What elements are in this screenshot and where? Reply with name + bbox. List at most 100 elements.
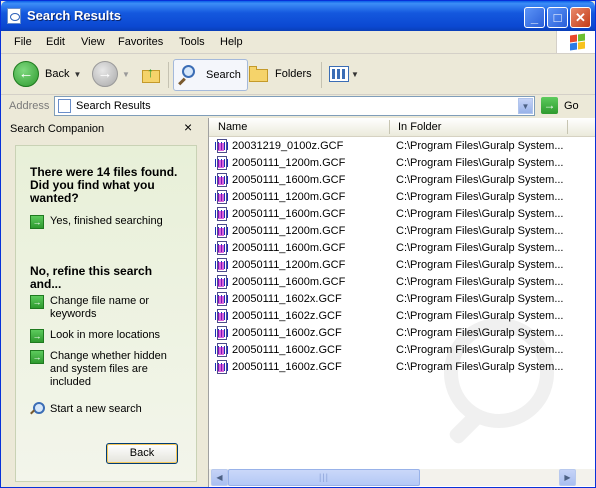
arrow-right-icon: → [30,329,44,343]
address-input[interactable]: Search Results ▼ [54,96,535,116]
file-name: 20050111_1600m.GCF [232,174,346,186]
scroll-left-icon[interactable]: ◀ [211,469,228,486]
companion-header: Search Companion × [1,118,205,138]
option-more-locations[interactable]: → Look in more locations [30,329,175,343]
menu-tools[interactable]: Tools [179,36,205,48]
back-label: Back [45,68,70,80]
files-found-message: There were 14 files found. Did you find … [30,165,178,205]
results-list[interactable]: Name In Folder 20031219_0100z.GCF C:\Prog… [208,118,595,487]
gcf-file-icon [215,343,229,357]
table-row[interactable]: 20031219_0100z.GCF C:\Program Files\Gural… [209,138,595,155]
close-button[interactable]: ✕ [570,7,591,28]
menu-view[interactable]: View [81,36,105,48]
forward-dropdown-icon[interactable]: ▼ [122,70,130,79]
search-companion-pane: Search Companion × There were 14 files f… [1,118,205,487]
gcf-file-icon [215,292,229,306]
file-name: 20050111_1200m.GCF [232,157,346,169]
close-icon[interactable]: × [184,119,192,135]
refine-heading: No, refine this search and... [30,264,153,291]
gcf-file-icon [215,309,229,323]
maximize-button[interactable]: □ [547,7,568,28]
address-label: Address [9,100,50,112]
gcf-file-icon [215,139,229,153]
views-button[interactable]: ▼ [329,59,359,89]
file-name: 20050111_1600z.GCF [232,327,342,339]
file-name: 20050111_1600z.GCF [232,344,342,356]
column-divider[interactable] [389,120,390,134]
views-dropdown-icon[interactable]: ▼ [351,70,359,79]
table-row[interactable]: 20050111_1200m.GCF C:\Program Files\Gural… [209,189,595,206]
file-folder: C:\Program Files\Guralp System... [396,225,564,237]
file-name: 20050111_1200m.GCF [232,259,346,271]
menu-file[interactable]: File [14,36,32,48]
file-name: 20050111_1600m.GCF [232,208,346,220]
gcf-file-icon [215,241,229,255]
gcf-file-icon [215,275,229,289]
toolbar-separator [168,62,169,88]
option-label: Look in more locations [50,329,161,341]
back-dropdown-icon[interactable]: ▼ [73,70,81,79]
file-folder: C:\Program Files\Guralp System... [396,208,564,220]
table-row[interactable]: 20050111_1600z.GCF C:\Program Files\Gural… [209,342,595,359]
companion-back-button[interactable]: Back [106,443,178,464]
option-hidden-files[interactable]: → Change whether hidden and system files… [30,350,175,389]
gcf-file-icon [215,360,229,374]
option-finished-searching[interactable]: → Yes, finished searching [30,215,175,229]
file-name: 20050111_1600z.GCF [232,361,342,373]
menu-favorites[interactable]: Favorites [118,36,163,48]
option-change-file-name[interactable]: → Change file name or keywords [30,295,175,321]
folders-icon [249,66,269,82]
folders-button[interactable]: Folders [249,59,312,89]
gcf-file-icon [215,190,229,204]
title-bar[interactable]: Search Results _ □ ✕ [1,1,595,31]
up-folder-button[interactable]: ↑ [141,59,163,89]
table-row[interactable]: 20050111_1600m.GCF C:\Program Files\Gural… [209,274,595,291]
table-row[interactable]: 20050111_1602x.GCF C:\Program Files\Gural… [209,291,595,308]
file-folder: C:\Program Files\Guralp System... [396,140,564,152]
gcf-file-icon [215,156,229,170]
file-name: 20050111_1200m.GCF [232,191,346,203]
start-new-search-link[interactable]: Start a new search [30,402,142,416]
table-row[interactable]: 20050111_1602z.GCF C:\Program Files\Gural… [209,308,595,325]
file-name: 20050111_1200m.GCF [232,225,346,237]
go-button[interactable]: → Go [541,97,579,114]
table-row[interactable]: 20050111_1600z.GCF C:\Program Files\Gural… [209,359,595,376]
back-arrow-icon: ← [13,61,39,87]
scroll-thumb[interactable]: ||| [228,469,420,486]
forward-arrow-icon: → [92,61,118,87]
menu-edit[interactable]: Edit [46,36,65,48]
file-name: 20050111_1600m.GCF [232,242,346,254]
companion-panel: There were 14 files found. Did you find … [15,145,197,482]
option-label: Change whether hidden and system files a… [50,350,167,388]
scroll-right-icon[interactable]: ▶ [559,469,576,486]
arrow-right-icon: → [30,350,44,364]
file-name: 20050111_1602z.GCF [232,310,342,322]
horizontal-scrollbar[interactable]: ◀ ||| ▶ [209,469,595,486]
address-dropdown-icon[interactable]: ▼ [518,98,533,114]
gcf-file-icon [215,173,229,187]
table-row[interactable]: 20050111_1600z.GCF C:\Program Files\Gural… [209,325,595,342]
search-button[interactable]: Search [173,59,248,91]
column-header-name[interactable]: Name [218,121,247,133]
column-divider[interactable] [567,120,568,134]
minimize-button[interactable]: _ [524,7,545,28]
toolbar-separator [321,62,322,88]
table-row[interactable]: 20050111_1200m.GCF C:\Program Files\Gural… [209,257,595,274]
column-header-in-folder[interactable]: In Folder [398,121,441,133]
explorer-window: Search Results _ □ ✕ File Edit View Favo… [0,0,596,488]
table-row[interactable]: 20050111_1600m.GCF C:\Program Files\Gural… [209,172,595,189]
file-folder: C:\Program Files\Guralp System... [396,174,564,186]
file-folder: C:\Program Files\Guralp System... [396,327,564,339]
file-name: 20050111_1600m.GCF [232,276,346,288]
address-value: Search Results [76,100,151,112]
gcf-file-icon [215,326,229,340]
table-row[interactable]: 20050111_1200m.GCF C:\Program Files\Gural… [209,155,595,172]
option-label: Yes, finished searching [50,215,163,227]
forward-button[interactable]: → ▼ [92,59,130,89]
table-row[interactable]: 20050111_1600m.GCF C:\Program Files\Gural… [209,240,595,257]
back-button[interactable]: ← Back ▼ [13,59,81,89]
menu-help[interactable]: Help [220,36,243,48]
table-row[interactable]: 20050111_1200m.GCF C:\Program Files\Gural… [209,223,595,240]
table-row[interactable]: 20050111_1600m.GCF C:\Program Files\Gural… [209,206,595,223]
address-bar: Address Search Results ▼ → Go [1,95,595,118]
